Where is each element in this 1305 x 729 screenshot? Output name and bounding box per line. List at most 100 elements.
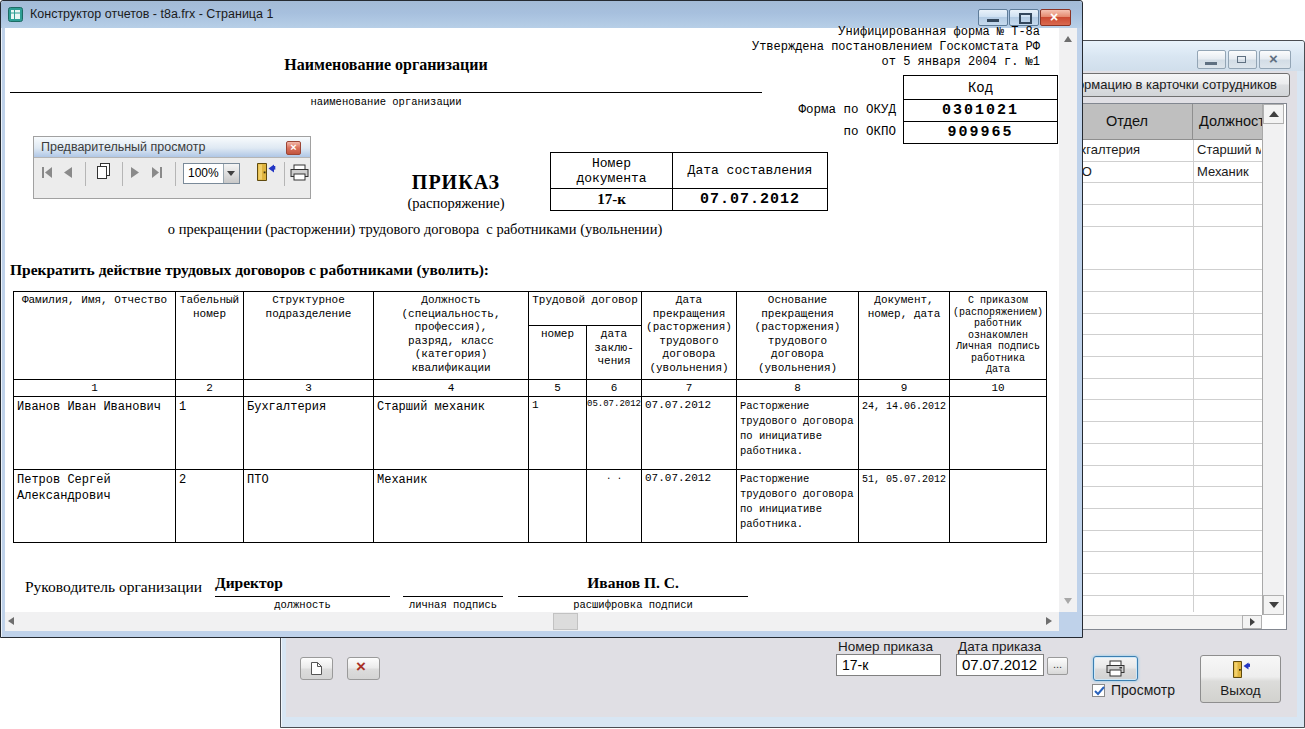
close-preview-icon[interactable]: [255, 162, 276, 182]
row2-acquainted: [950, 470, 1047, 543]
row2-document: 51, 05.07.2012: [859, 470, 950, 543]
signature-line: [403, 596, 503, 597]
doc-hscrollbar[interactable]: [5, 612, 1059, 631]
col-header-position: Должность (специальность, профессия), ра…: [374, 292, 529, 380]
doc-date-header: Дата составления: [673, 153, 828, 189]
col-header-fio: Фамилия, Имя, Отчество: [14, 292, 176, 380]
preview-close-icon: ×: [286, 140, 301, 154]
grid-cell-dolzhnost-1[interactable]: Старший механик: [1197, 142, 1261, 159]
preview-checkbox-check-icon: [1094, 686, 1105, 696]
zoom-value: 100%: [188, 166, 219, 180]
col-header-document: Документ, номер, дата: [859, 292, 950, 380]
grid-scroll-right-icon: [1250, 618, 1255, 626]
toolbar-separator-1: [85, 162, 86, 186]
last-page-icon[interactable]: [151, 167, 163, 178]
col-header-division: Структурное подразделение: [244, 292, 374, 380]
row2-contract-date: . .: [587, 470, 642, 543]
row1-term-date: 07.07.2012: [642, 397, 737, 470]
signature-label: личная подпись: [383, 599, 523, 611]
row1-document: 24, 14.06.2012: [859, 397, 950, 470]
report-window-title: Конструктор отчетов - t8a.frx - Страница…: [30, 7, 273, 21]
employees-minimize-button[interactable]: [1197, 50, 1226, 69]
position-line: [215, 596, 390, 597]
prev-page-icon[interactable]: [63, 167, 72, 178]
subject-line: о прекращении (расторжении) трудового до…: [0, 221, 830, 238]
position-value: Директор: [215, 574, 283, 592]
col-header-contract: Трудовой договор: [529, 292, 642, 326]
toolbar-print-icon[interactable]: [290, 164, 309, 181]
row2-position: Механик: [374, 470, 529, 543]
code-table: Код 0301021 909965: [903, 75, 1058, 144]
minimize-icon: [1205, 62, 1217, 65]
col-header-acquainted: С приказом (распоряжением) работник озна…: [950, 292, 1047, 380]
print-icon: [1106, 660, 1125, 677]
col-number: 2: [176, 380, 244, 397]
report-close-icon: ×: [1050, 9, 1058, 25]
report-minimize-button[interactable]: [978, 9, 1008, 26]
row2-division: ПТО: [244, 470, 374, 543]
name-line: [518, 596, 748, 597]
grid-cell-otdel-2[interactable]: ПТО: [1065, 164, 1191, 181]
row2-term-date: 07.07.2012: [642, 470, 737, 543]
col-header-contract-number: номер: [529, 326, 587, 380]
grid-header-dolzhnost[interactable]: Должность: [1193, 104, 1262, 140]
document-number-table: Номер документа Дата составления 17-к 07…: [550, 152, 828, 211]
row1-term-basis: Расторжение трудового договора по инициа…: [737, 397, 859, 470]
org-name-sublabel: наименование организации: [10, 96, 762, 108]
report-maximize-icon: [1019, 13, 1032, 24]
grid-cell-otdel-1[interactable]: Бухгалтерия: [1065, 142, 1191, 159]
approved-line-3: от 5 января 2004 г. №1: [640, 55, 1040, 69]
delete-icon: ×: [356, 657, 366, 677]
toolbar-separator-2: [122, 162, 123, 186]
first-page-icon[interactable]: [41, 167, 53, 178]
col-number: 6: [587, 380, 642, 397]
order-date-input[interactable]: 07.07.2012: [956, 654, 1044, 676]
grid-vline: [1193, 140, 1194, 612]
toolbar-separator-3: [175, 162, 176, 186]
doc-date-value: 07.07.2012: [673, 189, 828, 211]
row1-acquainted: [950, 397, 1047, 470]
exit-door-icon: [1231, 660, 1251, 679]
row1-fio: Иванов Иван Иванович: [14, 397, 176, 470]
row1-tab-number: 1: [176, 397, 244, 470]
doc-scroll-up-icon[interactable]: [1064, 36, 1072, 42]
order-date-label: Дата приказа: [958, 639, 1041, 654]
okpo-label: по ОКПО: [696, 125, 896, 139]
row1-contract-number: 1: [529, 397, 587, 470]
name-value: Иванов П. С.: [518, 574, 748, 592]
employees-table: Фамилия, Имя, Отчество Табельный номер С…: [13, 291, 1047, 543]
doc-scroll-left-icon[interactable]: [8, 617, 14, 625]
col-header-tab-number: Табельный номер: [176, 292, 244, 380]
code-header: Код: [904, 76, 1058, 100]
okud-label: Форма по ОКУД: [696, 103, 896, 117]
row1-division: Бухгалтерия: [244, 397, 374, 470]
preview-toolbar-title: Предварительный просмотр: [41, 140, 205, 154]
col-number: 7: [642, 380, 737, 397]
preview-checkbox-label[interactable]: Просмотр: [1111, 682, 1175, 698]
next-page-icon[interactable]: [131, 167, 140, 178]
row2-tab-number: 2: [176, 470, 244, 543]
doc-scroll-down-icon[interactable]: [1064, 598, 1072, 604]
grid-scroll-down-icon: [1269, 602, 1279, 608]
order-number-input[interactable]: 17-к: [836, 654, 941, 676]
report-minimize-icon: [987, 19, 999, 22]
col-number: 9: [859, 380, 950, 397]
col-header-contract-date: дата заклю- чения: [587, 326, 642, 380]
doc-vscrollbar[interactable]: [1059, 28, 1077, 612]
grid-scroll-up-icon: [1269, 111, 1279, 117]
doc-number-header: Номер документа: [551, 153, 673, 189]
doc-hscroll-thumb[interactable]: [553, 613, 578, 630]
approved-line-1: Унифицированная форма № Т-8а: [640, 25, 1040, 39]
maximize-icon: [1237, 56, 1246, 63]
grid-cell-dolzhnost-2[interactable]: Механик: [1197, 164, 1261, 181]
col-number: 3: [244, 380, 374, 397]
grid-vscrollbar[interactable]: [1262, 104, 1284, 615]
date-picker-button[interactable]: ...: [1047, 657, 1068, 675]
approved-line-2: Утверждена постановлением Госкомстата РФ: [640, 40, 1040, 54]
okpo-value: 909965: [904, 122, 1058, 144]
doc-scroll-right-icon[interactable]: [1046, 617, 1052, 625]
zoom-dropdown-icon: [227, 171, 235, 176]
col-header-term-basis: Основание прекращения (расторжения) труд…: [737, 292, 859, 380]
pages-icon[interactable]: [96, 163, 113, 180]
col-number: 8: [737, 380, 859, 397]
